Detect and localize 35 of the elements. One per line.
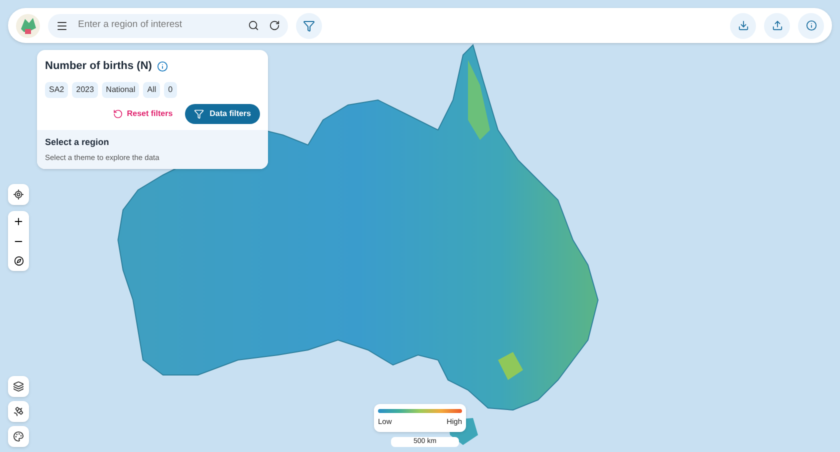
info-icon[interactable]: [156, 60, 168, 72]
filter-chip: 2023: [72, 82, 98, 98]
satellite-button[interactable]: [8, 401, 29, 422]
section-title: Select a region: [45, 136, 110, 149]
download-icon: [738, 20, 748, 31]
search-icon[interactable]: [248, 20, 259, 31]
filter-button[interactable]: [296, 12, 322, 38]
panel-title: Number of births (N): [45, 59, 152, 74]
layers-icon: [13, 381, 24, 392]
palette-icon: [13, 431, 24, 442]
upload-icon: [772, 20, 782, 31]
locate-button[interactable]: [8, 184, 29, 205]
palette-button[interactable]: [8, 426, 29, 447]
filter-chip: SA2: [45, 82, 68, 98]
info-icon: [806, 20, 816, 31]
crosshair-icon: [13, 189, 24, 200]
filter-chip: All: [143, 82, 160, 98]
refresh-icon[interactable]: [269, 20, 280, 31]
plus-icon: [13, 216, 24, 226]
filter-icon: [194, 108, 204, 118]
download-button[interactable]: [730, 12, 756, 38]
compass-icon: [14, 256, 24, 266]
search-field[interactable]: Enter a region of interest: [78, 18, 238, 33]
data-filters-button[interactable]: Data filters: [184, 104, 260, 124]
filter-chip: National: [102, 82, 140, 98]
reset-icon: [112, 108, 123, 118]
satellite-icon: [13, 406, 24, 417]
layers-button[interactable]: [8, 376, 29, 397]
filter-chip: 0: [164, 82, 177, 98]
info-button[interactable]: [798, 12, 824, 38]
menu-icon[interactable]: [56, 20, 68, 32]
search-bar[interactable]: Enter a region of interest: [48, 14, 288, 38]
reset-filters-link[interactable]: Reset filters: [112, 108, 173, 120]
share-button[interactable]: [764, 12, 790, 38]
filter-icon: [303, 20, 315, 32]
